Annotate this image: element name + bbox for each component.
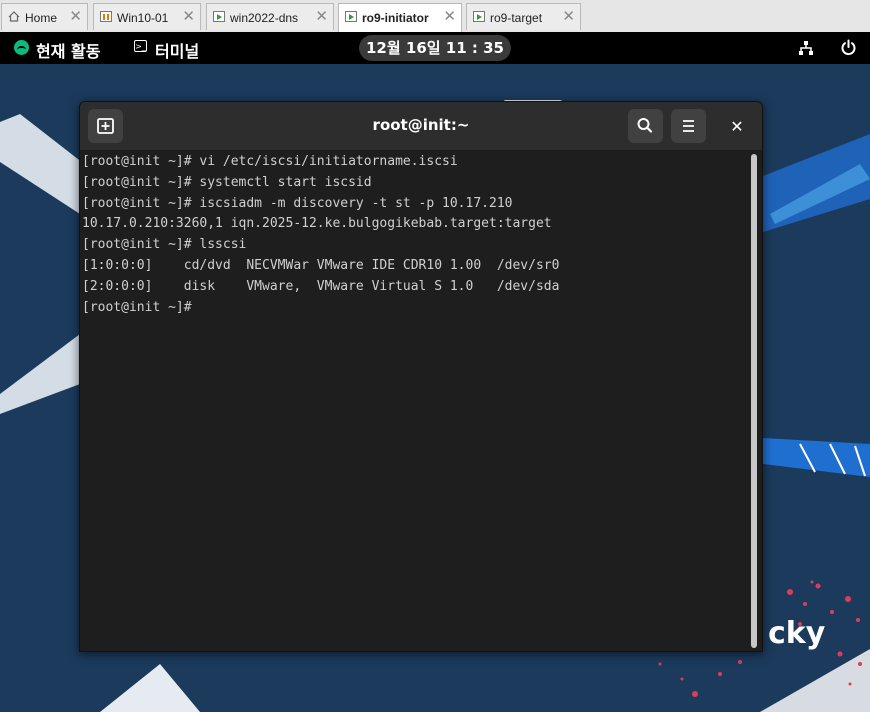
rocky-logo-icon [14, 40, 29, 55]
tab-win10-01[interactable]: Win10-01 ✕ [93, 3, 201, 30]
close-tab-icon[interactable]: ✕ [69, 9, 82, 24]
tab-label: ro9-initiator [362, 11, 429, 25]
scrollbar[interactable] [748, 152, 760, 650]
vm-paused-icon [100, 11, 112, 22]
close-tab-icon[interactable]: ✕ [443, 9, 456, 24]
terminal-prompt-line: [root@init ~]# [82, 299, 192, 315]
clock-button[interactable]: 12월 16일 11 : 35 [359, 35, 511, 61]
tab-home[interactable]: Home ✕ [1, 3, 88, 30]
terminal-line: 10.17.0.210:3260,1 iqn.2025-12.ke.bulgog… [82, 216, 552, 232]
terminal-line: [1:0:0:0] cd/dvd NECVMWar VMware IDE CDR… [82, 257, 560, 273]
activities-label: 현재 활동 [36, 42, 101, 61]
scrollbar-thumb[interactable] [751, 154, 757, 648]
tab-label: win2022-dns [230, 11, 299, 25]
rocky-brand-text: cky [768, 616, 826, 651]
hamburger-menu-icon [683, 120, 694, 132]
power-icon[interactable] [840, 39, 857, 56]
terminal-line: [root@init ~]# iscsiadm -m discovery -t … [82, 195, 513, 211]
terminal-output[interactable]: [root@init ~]# vi /etc/iscsi/initiatorna… [82, 152, 744, 650]
terminal-icon: >_ [134, 40, 147, 52]
terminal-line: [root@init ~]# lsscsi [82, 237, 247, 253]
terminal-window[interactable]: root@init:~ ✕ [root@init ~]# vi /etc/isc… [79, 101, 763, 652]
network-wired-icon[interactable] [798, 40, 814, 56]
vm-running-icon [345, 11, 357, 22]
home-icon [8, 11, 20, 22]
close-tab-icon[interactable]: ✕ [315, 9, 328, 24]
search-button[interactable] [628, 109, 663, 143]
search-icon [637, 118, 653, 133]
vm-running-icon [473, 11, 485, 22]
app-name-label: 터미널 [155, 42, 200, 61]
gnome-top-bar: 현재 활동 >_ 터미널 12월 16일 11 : 35 [0, 32, 870, 64]
vm-running-icon [213, 11, 225, 22]
tab-label: Win10-01 [117, 11, 169, 25]
vm-tab-bar: Home ✕ Win10-01 ✕ win2022-dns ✕ ro9-init… [0, 0, 870, 33]
terminal-header-bar[interactable]: root@init:~ ✕ [80, 102, 762, 151]
tab-label: ro9-target [490, 11, 543, 25]
terminal-line: [root@init ~]# vi /etc/iscsi/initiatorna… [82, 154, 458, 169]
close-tab-icon[interactable]: ✕ [562, 9, 575, 24]
menu-button[interactable] [671, 109, 706, 143]
tab-ro9-initiator[interactable]: ro9-initiator ✕ [338, 3, 462, 32]
tab-win2022-dns[interactable]: win2022-dns ✕ [206, 3, 334, 30]
terminal-line: [root@init ~]# systemctl start iscsid [82, 174, 372, 190]
tab-ro9-target[interactable]: ro9-target ✕ [466, 3, 581, 30]
close-window-button[interactable]: ✕ [725, 115, 749, 139]
terminal-line: [2:0:0:0] disk VMware, VMware Virtual S … [82, 278, 560, 294]
close-tab-icon[interactable]: ✕ [182, 9, 195, 24]
tab-label: Home [25, 11, 58, 25]
